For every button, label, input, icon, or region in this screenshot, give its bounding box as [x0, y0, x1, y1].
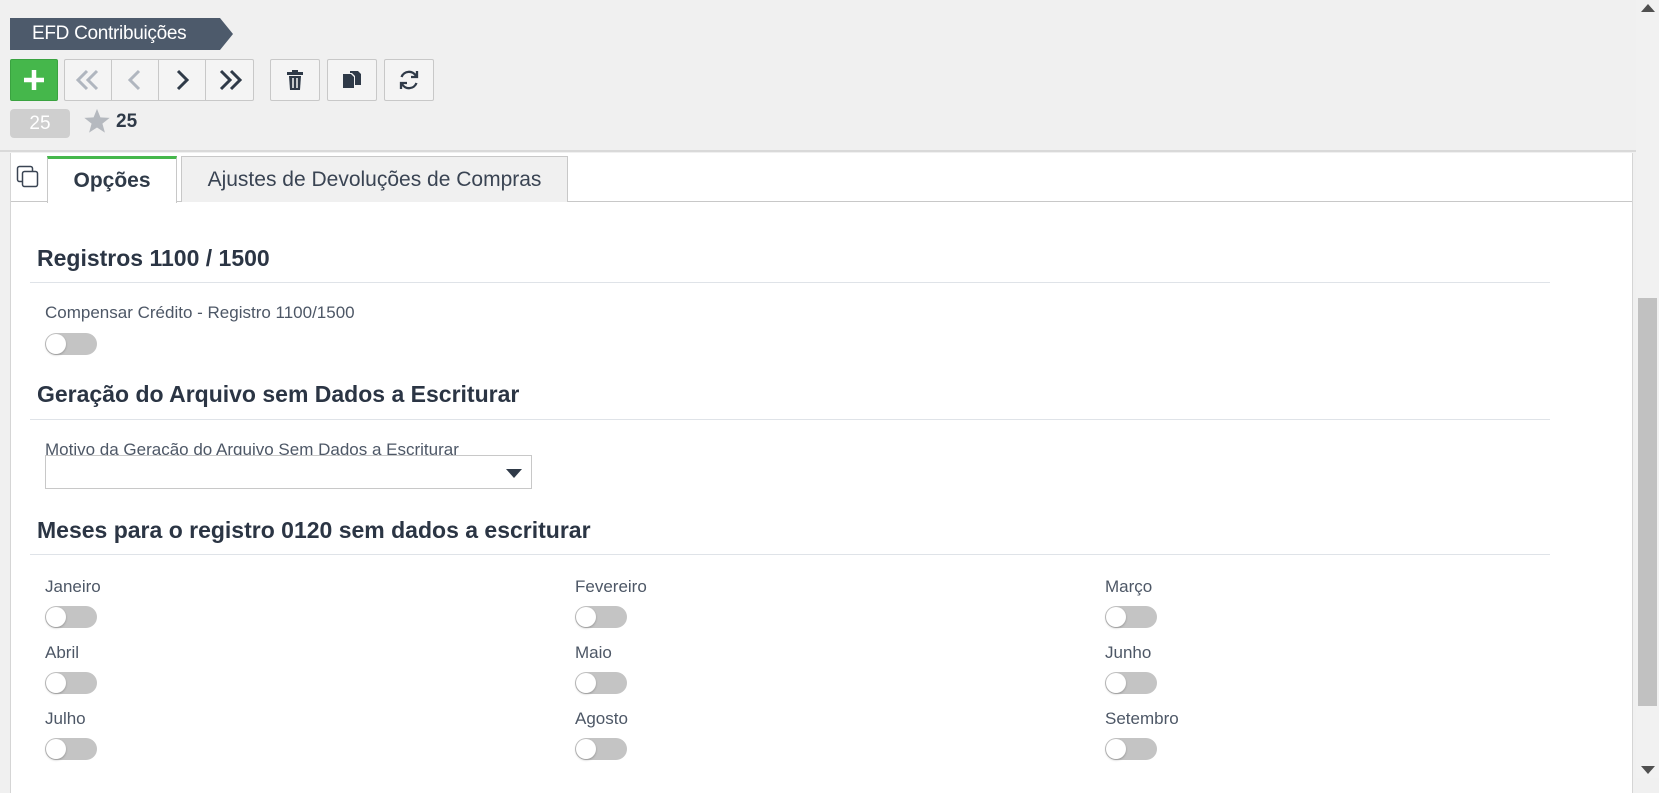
plus-icon	[24, 70, 44, 90]
month-label-janeiro: Janeiro	[45, 577, 101, 596]
month-toggle-janeiro[interactable]	[45, 606, 97, 628]
section-title-geracao: Geração do Arquivo sem Dados a Escritura…	[37, 381, 520, 407]
month-label-agosto: Agosto	[575, 709, 628, 728]
add-button[interactable]	[10, 59, 58, 101]
month-toggle-marco[interactable]	[1105, 606, 1157, 628]
chevron-down-icon	[506, 469, 522, 478]
month-toggle-julho[interactable]	[45, 738, 97, 760]
delete-button[interactable]	[270, 59, 320, 101]
section-title-meses: Meses para o registro 0120 sem dados a e…	[37, 517, 591, 543]
first-record-button[interactable]	[64, 59, 112, 101]
tab-opcoes[interactable]: Opções	[47, 156, 177, 203]
copy-icon[interactable]	[16, 165, 40, 189]
tab-strip: Opções Ajustes de Devoluções de Compras	[11, 153, 1632, 203]
section-title-registros: Registros 1100 / 1500	[37, 245, 270, 271]
header-divider	[0, 150, 1659, 152]
compensar-credito-label: Compensar Crédito - Registro 1100/1500	[45, 303, 355, 322]
month-label-maio: Maio	[575, 643, 612, 662]
section-divider	[30, 282, 1550, 283]
month-toggle-fevereiro[interactable]	[575, 606, 627, 628]
breadcrumb[interactable]: EFD Contribuições	[10, 18, 233, 50]
last-record-button[interactable]	[205, 59, 254, 101]
month-label-junho: Junho	[1105, 643, 1152, 662]
record-count-badge: 25	[10, 109, 70, 138]
chevron-right-icon	[176, 69, 190, 91]
previous-record-button[interactable]	[111, 59, 159, 101]
month-label-abril: Abril	[45, 643, 80, 662]
star-icon[interactable]	[83, 108, 111, 134]
form-panel: Opções Ajustes de Devoluções de Compras …	[10, 153, 1633, 793]
scroll-down-icon[interactable]	[1641, 766, 1655, 774]
compensar-credito-toggle[interactable]	[45, 333, 97, 355]
tab-ajustes-devolucoes[interactable]: Ajustes de Devoluções de Compras	[181, 156, 568, 202]
double-chevron-left-icon	[75, 69, 99, 91]
refresh-button[interactable]	[384, 59, 434, 101]
double-chevron-right-icon	[219, 69, 242, 91]
month-toggle-agosto[interactable]	[575, 738, 627, 760]
month-toggle-maio[interactable]	[575, 672, 627, 694]
month-toggle-setembro[interactable]	[1105, 738, 1157, 760]
section-divider	[30, 554, 1550, 555]
vertical-scrollbar[interactable]	[1636, 0, 1659, 778]
month-label-setembro: Setembro	[1105, 709, 1179, 728]
favorites-count: 25	[116, 111, 138, 132]
duplicate-button[interactable]	[327, 59, 377, 101]
next-record-button[interactable]	[158, 59, 206, 101]
refresh-icon	[399, 70, 419, 90]
section-divider	[30, 419, 1550, 420]
chevron-left-icon	[127, 69, 141, 91]
trash-icon	[287, 70, 303, 90]
motivo-geracao-select[interactable]	[45, 455, 532, 489]
month-toggle-abril[interactable]	[45, 672, 97, 694]
month-toggle-junho[interactable]	[1105, 672, 1157, 694]
scrollbar-thumb[interactable]	[1638, 298, 1657, 706]
copy-icon	[343, 71, 361, 88]
month-label-marco: Março	[1105, 577, 1153, 596]
month-label-julho: Julho	[45, 709, 86, 728]
scroll-up-icon[interactable]	[1641, 4, 1655, 12]
month-label-fevereiro: Fevereiro	[575, 577, 647, 596]
